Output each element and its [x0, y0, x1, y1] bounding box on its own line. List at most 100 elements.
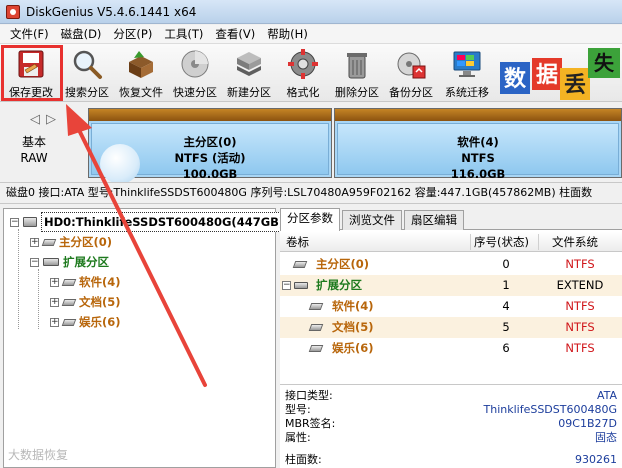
- col-separator[interactable]: [538, 234, 539, 250]
- tab-partition-params[interactable]: 分区参数: [280, 208, 340, 231]
- partition-block-primary[interactable]: 主分区(0) NTFS (活动) 100.0GB: [88, 108, 332, 184]
- table-row[interactable]: 娱乐(6) 6 NTFS: [280, 338, 622, 359]
- row-fs: NTFS: [565, 320, 595, 334]
- tree-primary-node[interactable]: + 主分区(0): [30, 233, 112, 251]
- partition-block-software[interactable]: 软件(4) NTFS 116.0GB: [334, 108, 622, 181]
- search-partition-button[interactable]: 搜索分区: [60, 46, 114, 100]
- col-header-fs[interactable]: 文件系统: [552, 232, 598, 252]
- expand-icon[interactable]: +: [30, 237, 39, 247]
- disk-info-line: 磁盘0 接口:ATA 型号:ThinklifeSSDST600480G 序列号:…: [0, 182, 622, 204]
- expand-icon[interactable]: +: [50, 297, 59, 307]
- partition-name: 软件(4): [457, 135, 499, 149]
- menu-view[interactable]: 查看(V): [209, 25, 261, 44]
- tree-guide-line: [38, 269, 39, 329]
- menu-tools[interactable]: 工具(T): [158, 25, 209, 44]
- menu-help[interactable]: 帮助(H): [261, 25, 314, 44]
- disk-nav-arrows[interactable]: ◁▷: [30, 112, 62, 127]
- menu-file[interactable]: 文件(F): [4, 25, 55, 44]
- data-loss-promo-icon[interactable]: 数 据 丢 失: [494, 44, 622, 102]
- system-migration-button[interactable]: 系统迁移: [440, 46, 494, 100]
- recover-file-button[interactable]: 恢复文件: [114, 46, 168, 100]
- recover-file-icon: [129, 51, 153, 78]
- grid-header: 卷标 序号(状态) 文件系统: [280, 232, 622, 252]
- row-label: 文档(5): [332, 320, 374, 334]
- new-partition-button[interactable]: 新建分区: [222, 46, 276, 100]
- tree-extended-node[interactable]: − 扩展分区: [30, 253, 109, 271]
- col-separator[interactable]: [470, 234, 471, 250]
- collapse-icon[interactable]: −: [282, 281, 291, 290]
- search-partition-label: 搜索分区: [65, 86, 109, 99]
- backup-partition-button[interactable]: 备份分区: [384, 46, 438, 100]
- tree-disk-node[interactable]: − HD0:ThinklifeSSDST600480G(447GB): [10, 212, 288, 232]
- disk-type-label: 基本 RAW: [10, 134, 58, 166]
- quick-partition-button[interactable]: 快速分区: [168, 46, 222, 100]
- col-header-index[interactable]: 序号(状态): [474, 232, 529, 252]
- partition-icon: [61, 298, 77, 306]
- tree-logical-node[interactable]: + 软件(4): [50, 273, 121, 291]
- tree-extended-label: 扩展分区: [63, 255, 109, 269]
- window-title: DiskGenius V5.4.6.1441 x64: [26, 4, 197, 19]
- partition-fs: NTFS (活动): [174, 151, 246, 165]
- extended-partition-icon: [43, 258, 59, 266]
- tab-sector-edit[interactable]: 扇区编辑: [404, 210, 464, 230]
- table-row[interactable]: 文档(5) 5 NTFS: [280, 317, 622, 338]
- backup-partition-icon: [397, 52, 426, 79]
- next-disk-icon[interactable]: ▷: [46, 112, 62, 127]
- tree-disk-label: HD0:ThinklifeSSDST600480G(447GB): [41, 212, 288, 232]
- save-button-highlight: [1, 45, 63, 101]
- format-label: 格式化: [286, 86, 320, 99]
- promo-char-3: 丢: [564, 73, 586, 98]
- detail-value: 09C1B27D: [558, 417, 617, 430]
- partition-icon: [61, 278, 77, 286]
- partition-icon: [41, 238, 57, 246]
- table-row[interactable]: 软件(4) 4 NTFS: [280, 296, 622, 317]
- detail-attribute: 属性: 固态: [285, 431, 617, 445]
- disk-basic-label: 基本: [21, 135, 46, 149]
- partition-icon: [308, 324, 324, 331]
- delete-partition-icon: [347, 53, 367, 79]
- tree-logical-label: 软件(4): [79, 275, 121, 289]
- new-partition-icon: [237, 52, 261, 76]
- quick-partition-label: 快速分区: [173, 86, 217, 99]
- menu-disk[interactable]: 磁盘(D): [55, 25, 108, 44]
- collapse-icon[interactable]: −: [30, 257, 39, 267]
- partition-size: 116.0GB: [450, 167, 506, 181]
- partition-inner: 主分区(0) NTFS (活动) 100.0GB: [91, 123, 329, 184]
- row-fs: NTFS: [565, 257, 595, 271]
- table-row[interactable]: − 扩展分区 1 EXTEND: [280, 275, 622, 296]
- partition-stripe: [89, 109, 331, 121]
- extended-partition-icon: [294, 282, 308, 289]
- detail-value: ATA: [596, 389, 617, 402]
- row-index: 5: [502, 320, 510, 334]
- tree-primary-label: 主分区(0): [59, 235, 113, 249]
- partition-icon: [308, 345, 324, 352]
- menu-partition[interactable]: 分区(P): [107, 25, 158, 44]
- expand-icon[interactable]: +: [50, 277, 59, 287]
- partition-inner: 软件(4) NTFS 116.0GB: [337, 123, 619, 181]
- prev-disk-icon[interactable]: ◁: [30, 112, 46, 127]
- recover-file-label: 恢复文件: [119, 86, 163, 99]
- expand-icon[interactable]: +: [50, 317, 59, 327]
- delete-partition-button[interactable]: 删除分区: [330, 46, 384, 100]
- row-fs: NTFS: [565, 299, 595, 313]
- row-index: 1: [502, 278, 510, 292]
- row-index: 4: [502, 299, 510, 313]
- hard-drive-icon: [23, 217, 37, 227]
- detail-key: MBR签名:: [285, 417, 336, 430]
- tree-logical-label: 娱乐(6): [79, 315, 121, 329]
- col-header-label[interactable]: 卷标: [286, 232, 309, 252]
- table-row[interactable]: 主分区(0) 0 NTFS: [280, 254, 622, 275]
- detail-key: 接口类型:: [285, 389, 333, 402]
- row-label: 扩展分区: [316, 278, 362, 292]
- search-partition-icon: [73, 50, 102, 79]
- system-migration-icon: [453, 51, 481, 77]
- tree-logical-node[interactable]: + 文档(5): [50, 293, 121, 311]
- detail-mbr: MBR签名: 09C1B27D: [285, 417, 617, 431]
- tree-logical-node[interactable]: + 娱乐(6): [50, 313, 121, 331]
- tab-browse-files[interactable]: 浏览文件: [342, 210, 402, 230]
- partition-icon: [292, 261, 308, 268]
- collapse-icon[interactable]: −: [10, 217, 19, 227]
- promo-char-2: 据: [536, 63, 558, 88]
- tab-bar: 分区参数 浏览文件 扇区编辑: [280, 208, 622, 231]
- format-button[interactable]: 格式化: [276, 46, 330, 100]
